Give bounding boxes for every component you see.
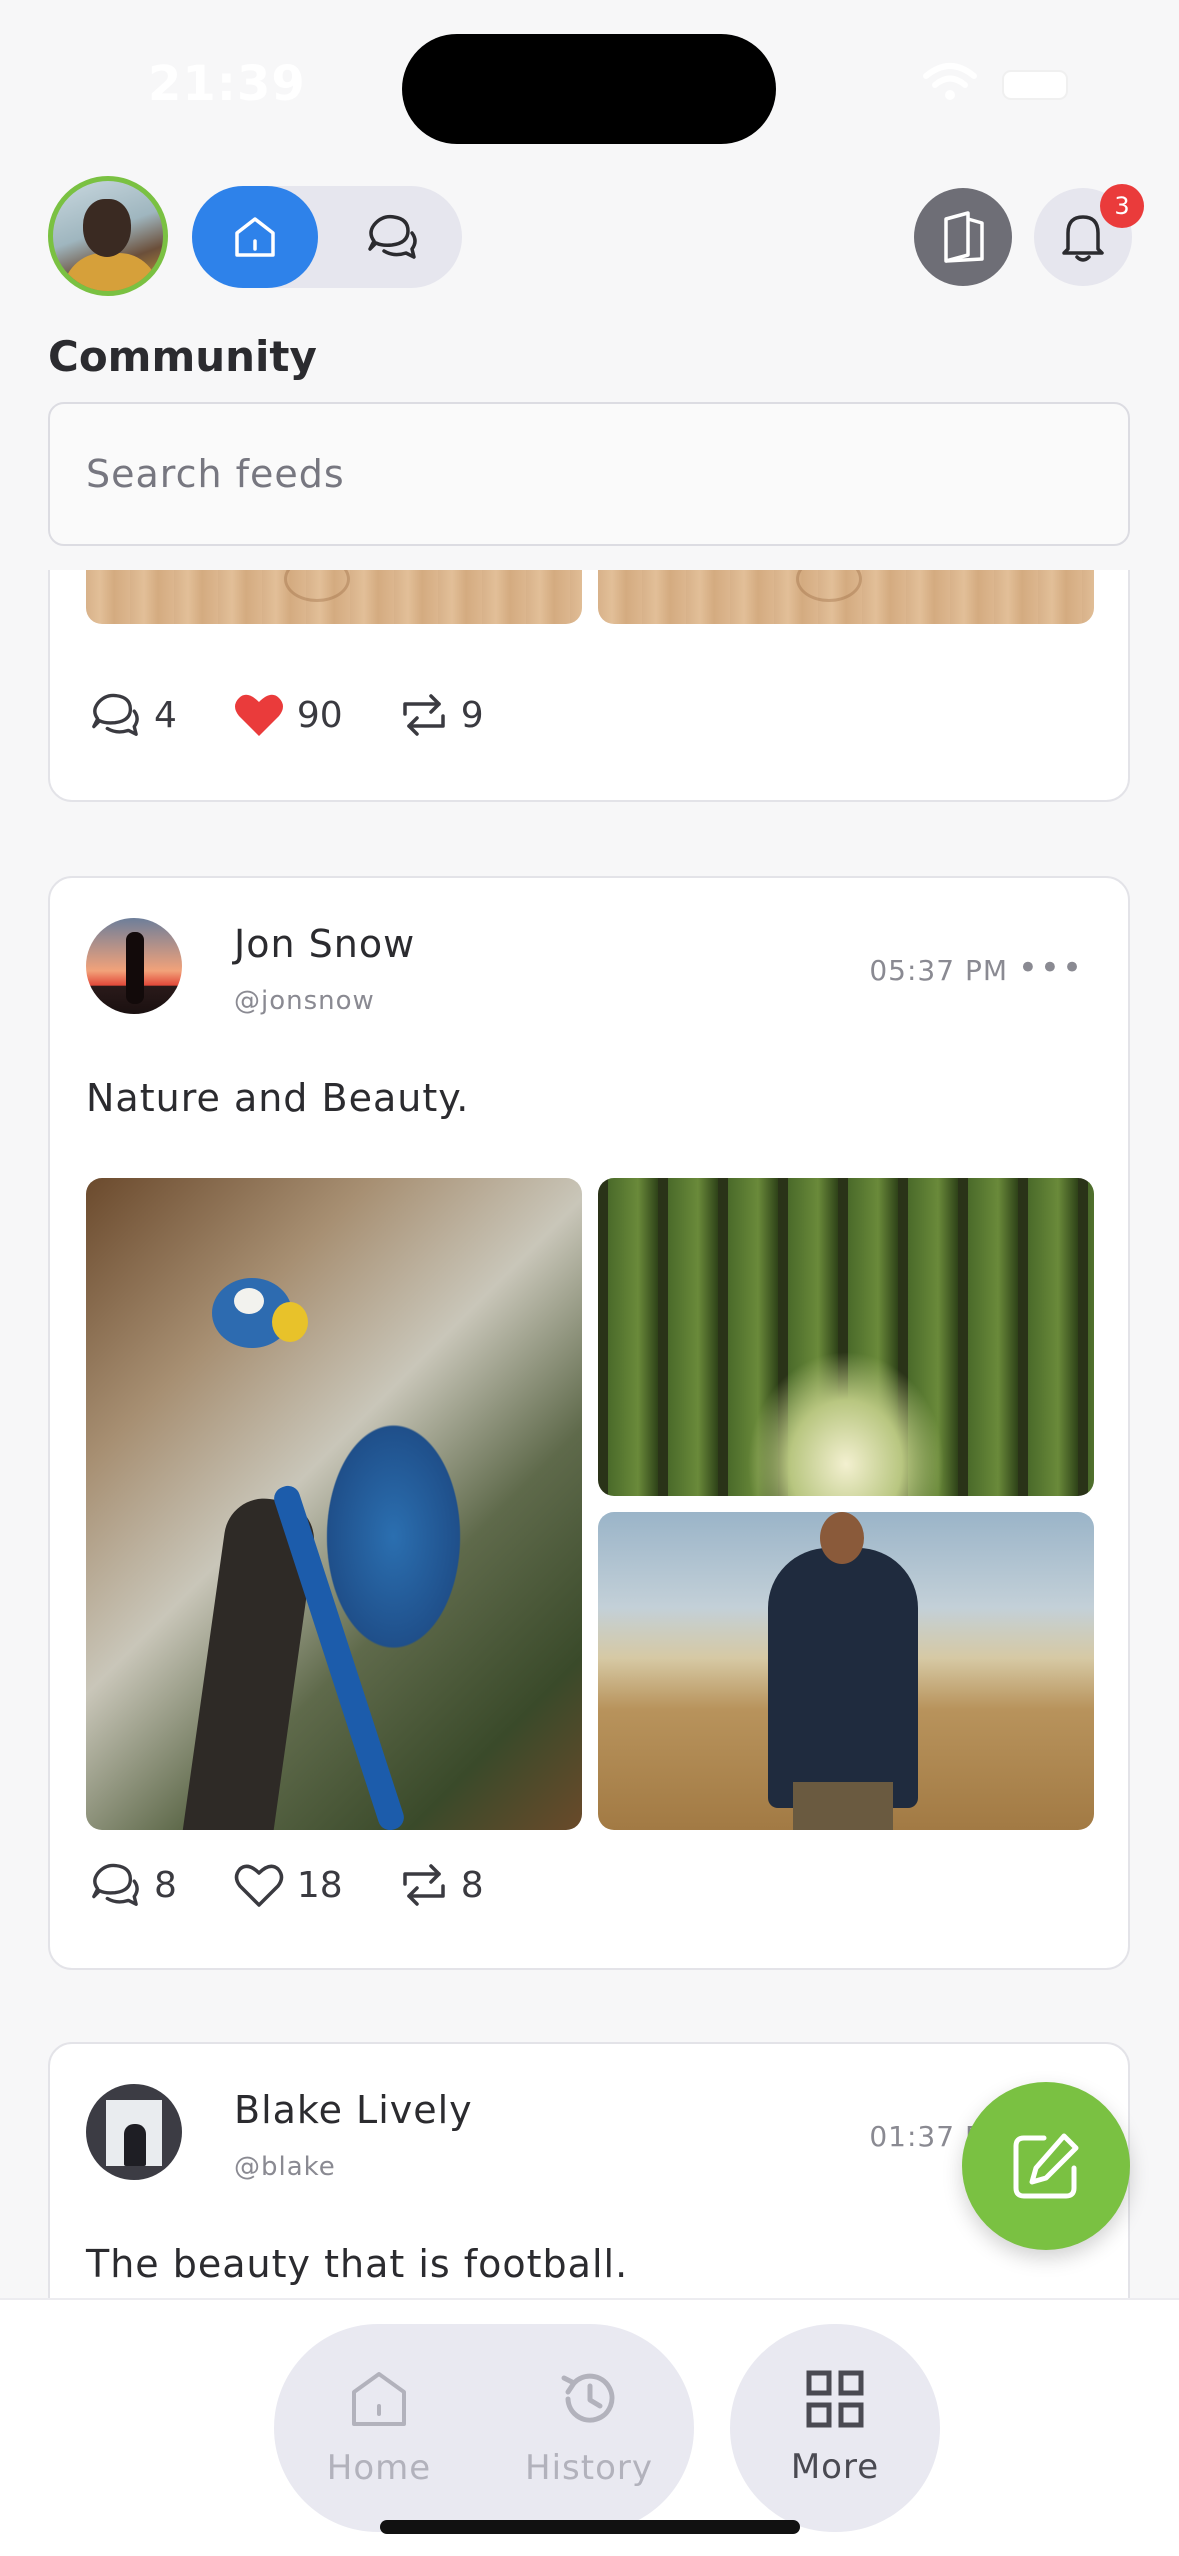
post-image-parrot[interactable] bbox=[86, 1178, 582, 1830]
repost-button[interactable]: 8 bbox=[399, 1862, 484, 1908]
repost-icon bbox=[402, 694, 445, 736]
home-icon bbox=[235, 217, 275, 257]
image-detail bbox=[793, 1782, 893, 1830]
nav-history-label: History bbox=[525, 2448, 653, 2488]
like-count: 18 bbox=[296, 1864, 343, 1906]
like-button[interactable]: 18 bbox=[233, 1862, 343, 1908]
repost-icon bbox=[402, 1864, 445, 1906]
post-text: The beauty that is football. bbox=[86, 2242, 629, 2286]
status-bar: 21:39 bbox=[0, 0, 1179, 150]
post-text: Nature and Beauty. bbox=[86, 1076, 470, 1120]
nav-home-label: Home bbox=[326, 2448, 432, 2488]
document-pages-icon bbox=[944, 211, 984, 263]
post-author-avatar[interactable] bbox=[86, 918, 182, 1014]
more-options-button[interactable]: ••• bbox=[1018, 948, 1084, 988]
home-indicator bbox=[380, 2520, 800, 2534]
status-time: 21:39 bbox=[148, 56, 306, 112]
avatar-face bbox=[83, 199, 131, 257]
repost-count: 8 bbox=[460, 1864, 484, 1906]
chat-feed-tab[interactable] bbox=[332, 186, 452, 288]
avatar-silhouette bbox=[126, 932, 144, 1004]
bell-icon bbox=[1062, 215, 1104, 262]
comment-button[interactable]: 8 bbox=[88, 1860, 177, 1910]
bottom-navigation: Home History More bbox=[0, 2298, 1179, 2556]
profile-avatar[interactable] bbox=[48, 176, 168, 296]
history-icon bbox=[561, 2373, 615, 2423]
home-feed-tab[interactable] bbox=[192, 186, 318, 288]
like-count: 90 bbox=[296, 694, 343, 736]
post-author-name[interactable]: Blake Lively bbox=[234, 2088, 473, 2132]
post-author-handle: @blake bbox=[234, 2152, 336, 2182]
post-image-field[interactable] bbox=[598, 1512, 1094, 1830]
image-detail bbox=[234, 1288, 264, 1314]
post-image[interactable] bbox=[598, 570, 1094, 624]
post-card: Jon Snow @jonsnow 05:37 PM ••• Nature an… bbox=[48, 876, 1130, 1970]
image-detail bbox=[768, 1548, 918, 1808]
nav-pill: Home History bbox=[274, 2324, 694, 2532]
heart-filled-icon bbox=[234, 694, 283, 736]
comment-icon bbox=[92, 693, 139, 736]
post-actions: 4 90 9 bbox=[88, 690, 540, 740]
avatar-silhouette bbox=[124, 2124, 146, 2166]
comment-count: 4 bbox=[154, 694, 177, 736]
image-detail bbox=[272, 1302, 308, 1342]
notification-badge: 3 bbox=[1100, 184, 1144, 228]
repost-count: 9 bbox=[460, 694, 484, 736]
heart-outline-icon bbox=[234, 1864, 284, 1907]
search-input[interactable]: Search feeds bbox=[48, 402, 1130, 546]
post-time: 05:37 PM bbox=[869, 954, 1008, 987]
nav-home[interactable]: Home bbox=[274, 2324, 484, 2532]
nav-history[interactable]: History bbox=[484, 2324, 694, 2532]
chat-bubbles-icon bbox=[368, 214, 417, 259]
nav-more-label: More bbox=[790, 2447, 880, 2487]
image-detail bbox=[820, 1512, 864, 1564]
edit-icon bbox=[1013, 2133, 1079, 2199]
compose-post-button[interactable] bbox=[962, 2082, 1130, 2250]
post-author-avatar[interactable] bbox=[86, 2084, 182, 2180]
like-button[interactable]: 90 bbox=[233, 692, 343, 738]
post-actions: 8 18 8 bbox=[88, 1860, 540, 1910]
comment-icon bbox=[92, 1863, 139, 1906]
comment-count: 8 bbox=[154, 1864, 177, 1906]
comment-button[interactable]: 4 bbox=[88, 690, 177, 740]
home-icon bbox=[352, 2372, 406, 2426]
nav-more[interactable]: More bbox=[730, 2324, 940, 2532]
feed-mode-toggle bbox=[192, 186, 462, 288]
dynamic-island bbox=[402, 34, 776, 144]
repost-button[interactable]: 9 bbox=[399, 692, 484, 738]
feed-list[interactable]: 4 90 9 Jon Snow @jonsnow 05:37 PM ••• Na… bbox=[0, 570, 1179, 2298]
post-author-handle: @jonsnow bbox=[234, 986, 375, 1016]
post-author-name[interactable]: Jon Snow bbox=[234, 922, 415, 966]
grid-icon bbox=[806, 2370, 864, 2428]
documents-button[interactable] bbox=[914, 188, 1012, 286]
post-card: 4 90 9 bbox=[48, 570, 1130, 802]
post-image-forest[interactable] bbox=[598, 1178, 1094, 1496]
post-image[interactable] bbox=[86, 570, 582, 624]
battery-icon bbox=[1002, 70, 1068, 100]
page-title: Community bbox=[48, 332, 317, 381]
wifi-icon bbox=[923, 63, 977, 100]
avatar-shirt bbox=[63, 253, 159, 291]
